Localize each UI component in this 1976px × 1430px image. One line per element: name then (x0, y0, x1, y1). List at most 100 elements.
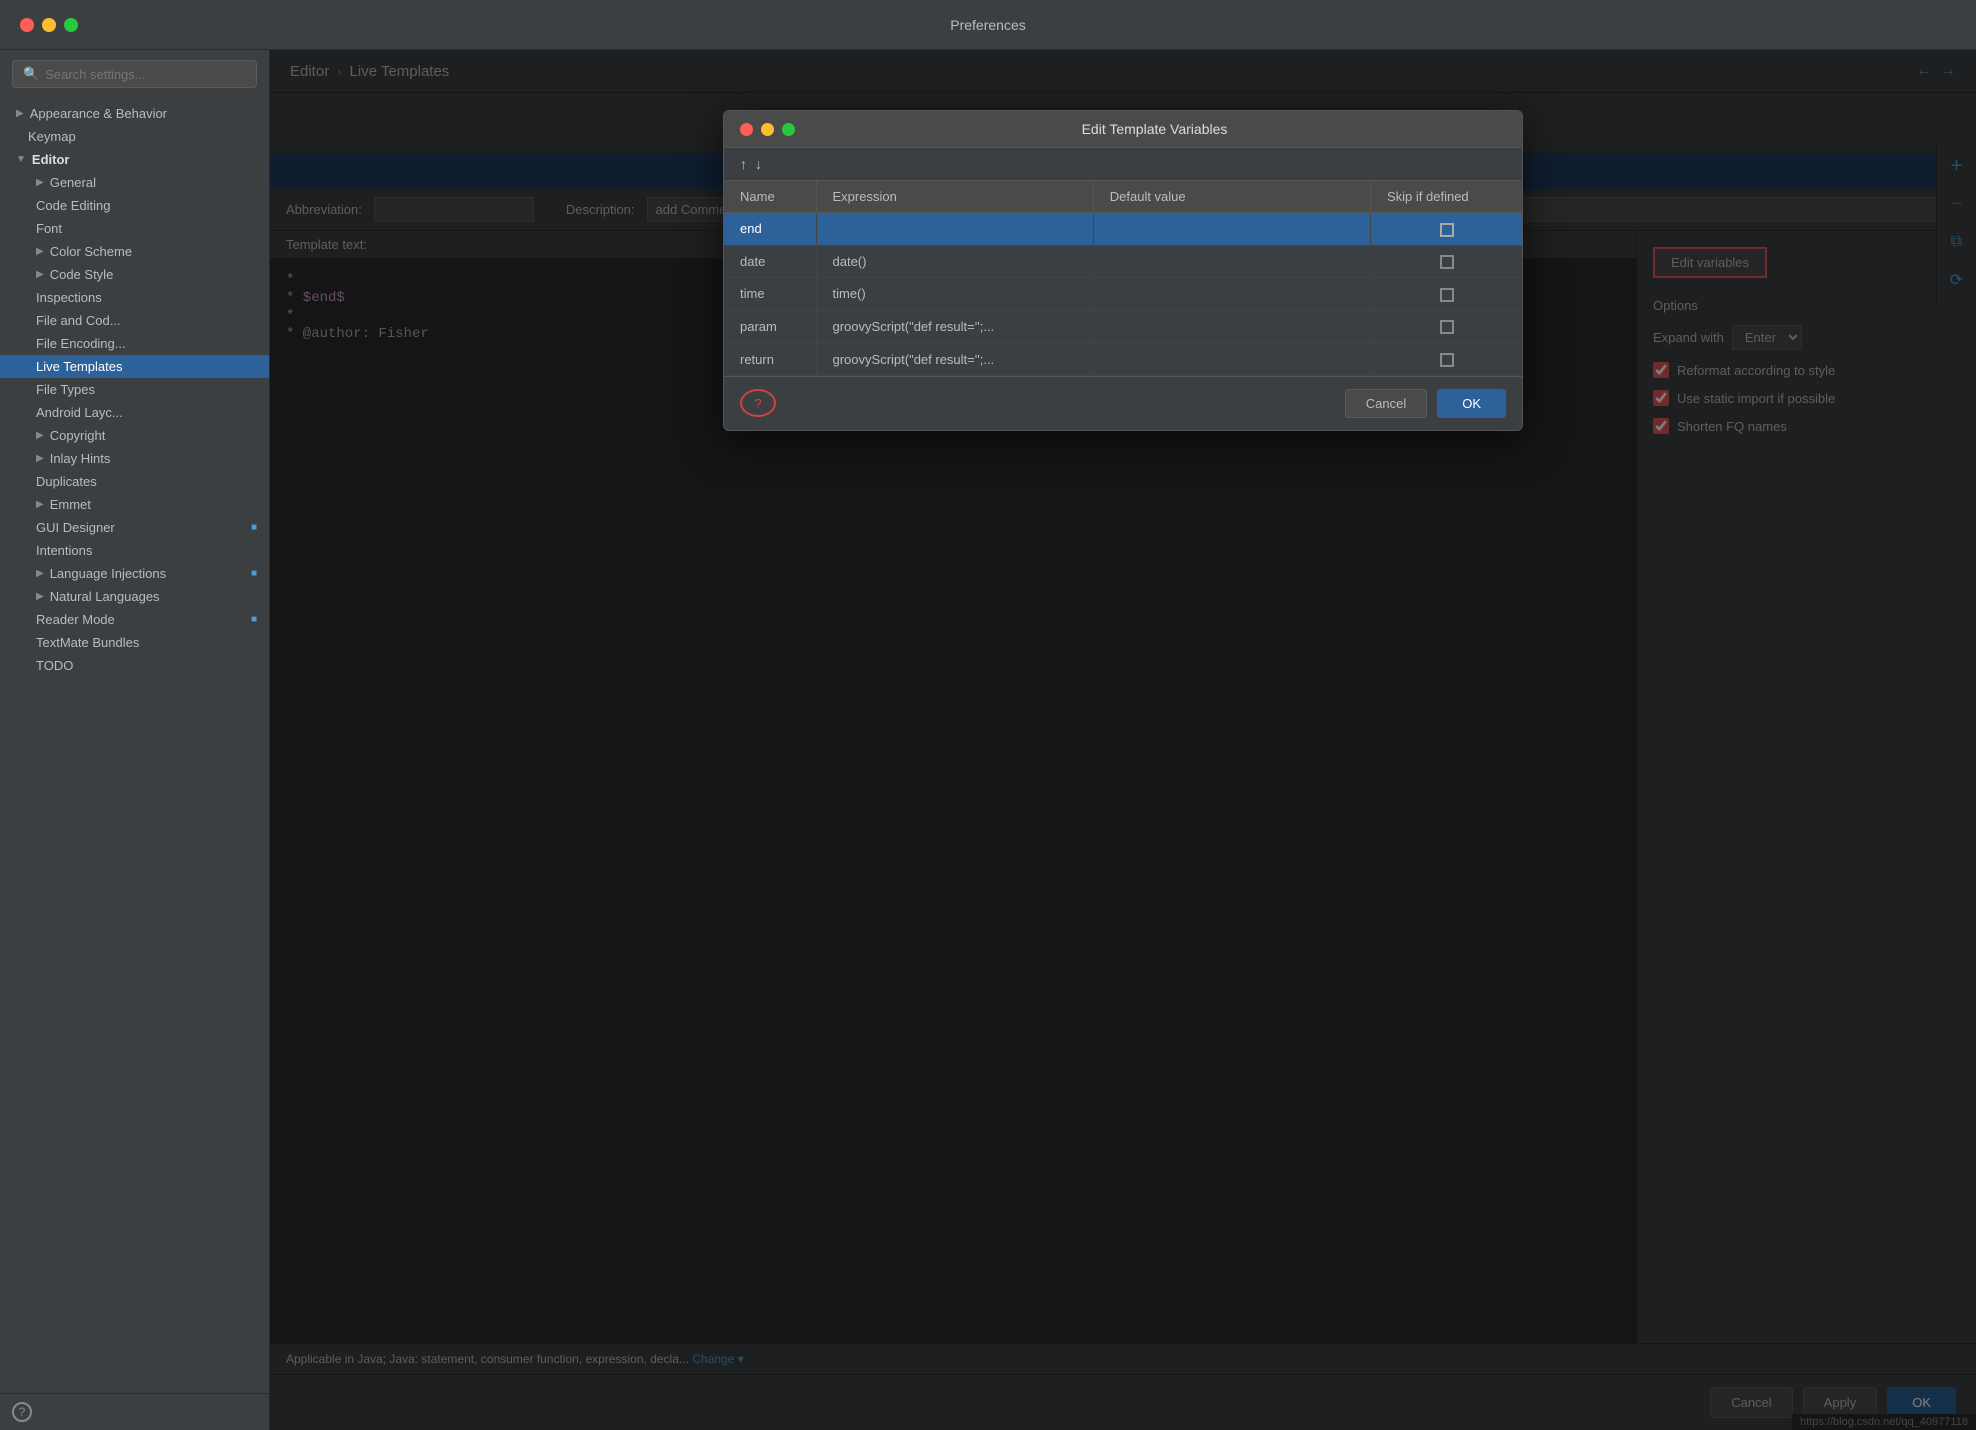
modal-minimize-button[interactable] (761, 123, 774, 136)
sidebar-item-label: File and Cod... (36, 313, 121, 328)
main-container: 🔍 ▶ Appearance & Behavior Keymap ▼ Edito… (0, 50, 1976, 1430)
sidebar-item-label: Appearance & Behavior (30, 106, 167, 121)
sidebar-item-label: Intentions (36, 543, 92, 558)
chevron-icon: ▶ (36, 269, 44, 280)
help-button[interactable]: ? (12, 1402, 32, 1422)
default-input[interactable] (1110, 221, 1354, 236)
expression-input[interactable] (833, 221, 1077, 236)
row-expression[interactable]: groovyScript("def result='';... (816, 310, 1093, 343)
sidebar-item-file-types[interactable]: File Types (0, 378, 269, 401)
skip-checkbox[interactable] (1440, 223, 1454, 237)
modal-help-button[interactable]: ? (740, 389, 776, 417)
row-default[interactable] (1093, 310, 1370, 343)
sidebar-item-emmet[interactable]: ▶ Emmet (0, 493, 269, 516)
modal-ok-button[interactable]: OK (1437, 389, 1506, 418)
sidebar-item-label: Live Templates (36, 359, 122, 374)
row-expression[interactable]: time() (816, 278, 1093, 311)
sidebar-item-label: File Encoding... (36, 336, 126, 351)
maximize-button[interactable] (64, 18, 78, 32)
badge-icon: ■ (251, 522, 257, 533)
modal-overlay: Edit Template Variables ↑ ↓ Name Express… (270, 50, 1976, 1430)
table-row[interactable]: time time() (724, 278, 1522, 311)
title-bar: Preferences (0, 0, 1976, 50)
window-title: Preferences (950, 17, 1025, 33)
sidebar-item-color-scheme[interactable]: ▶ Color Scheme (0, 240, 269, 263)
row-skip[interactable] (1371, 245, 1523, 278)
variables-table: Name Expression Default value Skip if de… (724, 181, 1522, 376)
row-expression[interactable]: date() (816, 245, 1093, 278)
row-name: time (724, 278, 816, 311)
table-row[interactable]: param groovyScript("def result='';... (724, 310, 1522, 343)
row-expression[interactable] (816, 213, 1093, 246)
row-skip[interactable] (1371, 213, 1523, 246)
row-name: date (724, 245, 816, 278)
sidebar-item-natural-languages[interactable]: ▶ Natural Languages (0, 585, 269, 608)
window-controls (20, 18, 78, 32)
chevron-icon: ▶ (36, 246, 44, 257)
sidebar-item-intentions[interactable]: Intentions (0, 539, 269, 562)
sidebar-item-inlay-hints[interactable]: ▶ Inlay Hints (0, 447, 269, 470)
search-input[interactable] (45, 67, 246, 82)
skip-checkbox[interactable] (1440, 320, 1454, 334)
row-skip[interactable] (1371, 310, 1523, 343)
row-default[interactable] (1093, 245, 1370, 278)
skip-checkbox[interactable] (1440, 288, 1454, 302)
badge-icon: ■ (251, 568, 257, 579)
modal-toolbar: ↑ ↓ (724, 148, 1522, 181)
move-down-button[interactable]: ↓ (755, 156, 762, 172)
sidebar-item-inspections[interactable]: Inspections (0, 286, 269, 309)
sidebar-item-copyright[interactable]: ▶ Copyright (0, 424, 269, 447)
minimize-button[interactable] (42, 18, 56, 32)
col-expression: Expression (816, 181, 1093, 213)
sidebar-item-label: GUI Designer (36, 520, 115, 535)
modal-close-button[interactable] (740, 123, 753, 136)
sidebar-item-font[interactable]: Font (0, 217, 269, 240)
chevron-icon: ▶ (36, 591, 44, 602)
row-default[interactable] (1093, 213, 1370, 246)
sidebar-item-code-editing[interactable]: Code Editing (0, 194, 269, 217)
row-default[interactable] (1093, 343, 1370, 376)
row-expression[interactable]: groovyScript("def result='';... (816, 343, 1093, 376)
sidebar-item-label: Android Layc... (36, 405, 123, 420)
modal-maximize-button[interactable] (782, 123, 795, 136)
modal-title: Edit Template Variables (803, 121, 1506, 137)
row-default[interactable] (1093, 278, 1370, 311)
sidebar-item-reader-mode[interactable]: Reader Mode ■ (0, 608, 269, 631)
sidebar-item-keymap[interactable]: Keymap (0, 125, 269, 148)
badge-icon: ■ (251, 614, 257, 625)
sidebar-item-file-and-code[interactable]: File and Cod... (0, 309, 269, 332)
skip-checkbox[interactable] (1440, 255, 1454, 269)
row-skip[interactable] (1371, 278, 1523, 311)
row-skip[interactable] (1371, 343, 1523, 376)
sidebar-item-label: Copyright (50, 428, 106, 443)
sidebar-item-todo[interactable]: TODO (0, 654, 269, 677)
sidebar-item-duplicates[interactable]: Duplicates (0, 470, 269, 493)
sidebar-item-general[interactable]: ▶ General (0, 171, 269, 194)
sidebar-item-language-injections[interactable]: ▶ Language Injections ■ (0, 562, 269, 585)
modal-cancel-button[interactable]: Cancel (1345, 389, 1427, 418)
move-up-button[interactable]: ↑ (740, 156, 747, 172)
col-name: Name (724, 181, 816, 213)
sidebar-item-label: Reader Mode (36, 612, 115, 627)
chevron-icon: ▶ (36, 499, 44, 510)
row-name: return (724, 343, 816, 376)
modal-table-container: Name Expression Default value Skip if de… (724, 181, 1522, 376)
sidebar-item-file-encodings[interactable]: File Encoding... (0, 332, 269, 355)
close-button[interactable] (20, 18, 34, 32)
skip-checkbox[interactable] (1440, 353, 1454, 367)
sidebar-item-label: TODO (36, 658, 73, 673)
table-row[interactable]: date date() (724, 245, 1522, 278)
modal-titlebar: Edit Template Variables (724, 111, 1522, 148)
table-row[interactable]: return groovyScript("def result='';... (724, 343, 1522, 376)
sidebar-item-gui-designer[interactable]: GUI Designer ■ (0, 516, 269, 539)
sidebar-item-appearance-behavior[interactable]: ▶ Appearance & Behavior (0, 102, 269, 125)
sidebar-item-live-templates[interactable]: Live Templates (0, 355, 269, 378)
col-default: Default value (1093, 181, 1370, 213)
edit-template-variables-modal: Edit Template Variables ↑ ↓ Name Express… (723, 110, 1523, 431)
sidebar-item-textmate-bundles[interactable]: TextMate Bundles (0, 631, 269, 654)
sidebar-item-android-layout[interactable]: Android Layc... (0, 401, 269, 424)
sidebar-item-code-style[interactable]: ▶ Code Style (0, 263, 269, 286)
table-row[interactable]: end (724, 213, 1522, 246)
search-box[interactable]: 🔍 (12, 60, 257, 88)
sidebar-item-editor[interactable]: ▼ Editor (0, 148, 269, 171)
